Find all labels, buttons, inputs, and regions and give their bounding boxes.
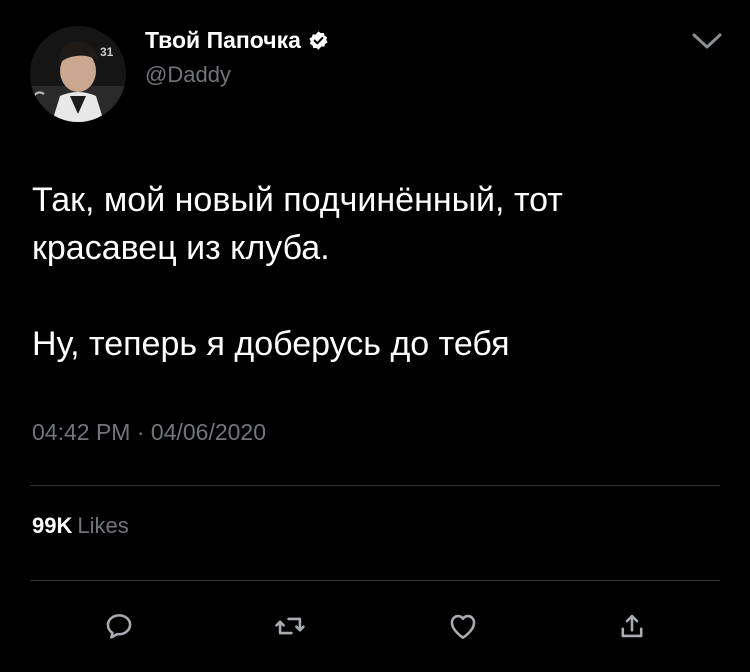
likes-stat[interactable]: 99K Likes [32,513,129,539]
like-button[interactable] [443,606,483,646]
separator-dot: · [136,419,145,445]
likes-count: 99K [32,513,73,538]
verified-badge-icon [308,30,329,51]
speech-bubble-icon [106,614,132,639]
avatar[interactable]: 31 [30,26,126,122]
tweet-text-line: Так, мой новый подчинённый, тот [32,181,563,219]
divider [30,580,720,581]
tweet-text-line: красавец из клуба. [32,229,330,267]
tweet-text: Так, мой новый подчинённый, тот красавец… [32,176,732,368]
retweet-icon [275,617,305,635]
svg-text:31: 31 [100,45,114,59]
share-icon [621,614,643,638]
share-button[interactable] [612,606,652,646]
heart-icon [450,614,476,639]
retweet-button[interactable] [270,606,310,646]
reply-button[interactable] [99,606,139,646]
tweet-date[interactable]: 04/06/2020 [151,419,266,445]
tweet-timestamp[interactable]: 04:42 PM · 04/06/2020 [32,419,266,446]
divider [30,485,720,486]
tweet-time[interactable]: 04:42 PM [32,419,130,445]
tweet-text-line: Ну, теперь я доберусь до тебя [32,325,510,363]
display-name[interactable]: Твой Папочка [145,27,301,54]
avatar-image: 31 [30,26,126,122]
author-name-row[interactable]: Твой Папочка [145,27,329,54]
chevron-down-icon[interactable] [690,30,724,52]
author-handle[interactable]: @Daddy [145,62,231,88]
likes-label: Likes [77,513,129,538]
